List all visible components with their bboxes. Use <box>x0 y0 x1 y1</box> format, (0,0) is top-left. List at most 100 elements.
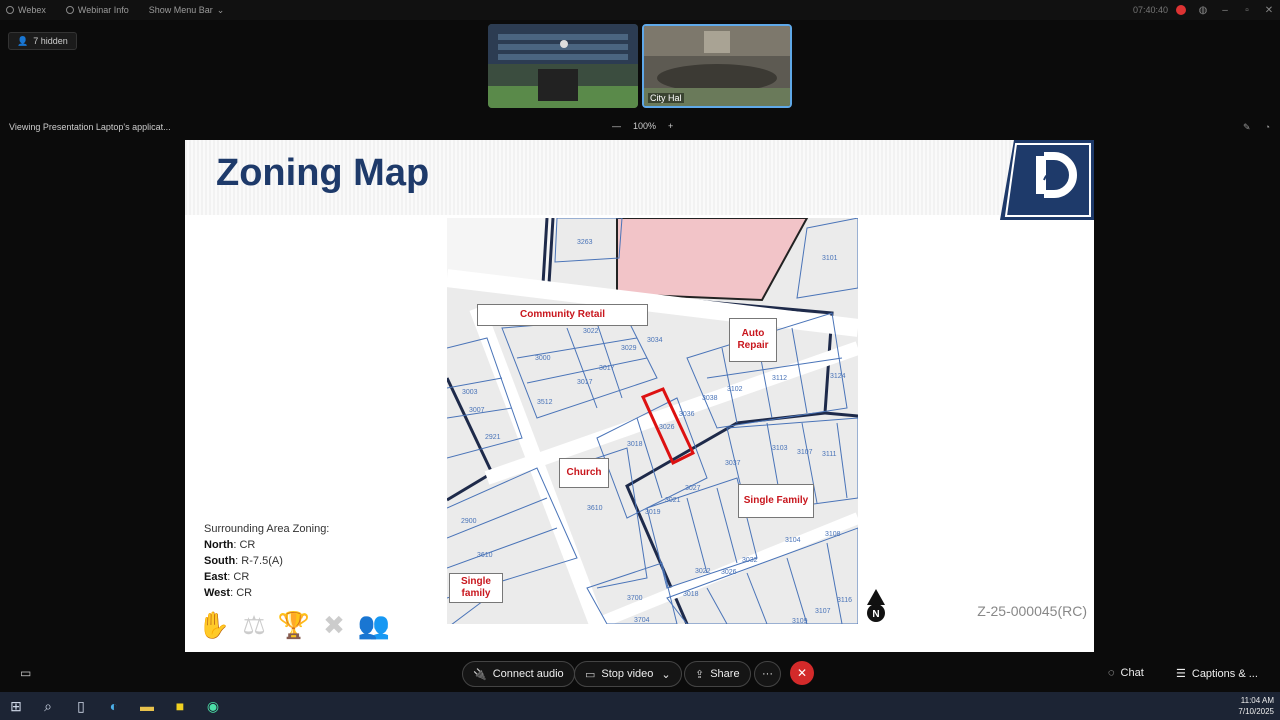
audio-icon: 🔌 <box>473 668 487 681</box>
parcel-3036: 3036 <box>679 411 695 418</box>
label-single-family-west: Single family <box>449 573 503 603</box>
meeting-timer: 07:40:40 <box>1132 5 1168 15</box>
parcel-3019: 3019 <box>645 509 661 516</box>
minimize-button[interactable]: – <box>1214 5 1236 16</box>
parcel-3003: 3003 <box>462 389 478 396</box>
share-button[interactable]: ⇪ Share <box>684 661 751 687</box>
scales-icon: ⚖ <box>242 610 266 640</box>
parcel-3022b: 3022 <box>695 568 711 575</box>
north-arrow: N <box>867 589 885 622</box>
parcel-2921: 2921 <box>485 434 501 441</box>
footer-icons: ✋ ⚖ 🏆 ✖ 👥 <box>196 610 392 644</box>
parcel-3007: 3007 <box>469 407 485 414</box>
parcel-3107: 3107 <box>797 449 813 456</box>
participant-name: City Hal <box>648 93 684 103</box>
parcel-2900: 2900 <box>461 518 477 525</box>
north-label: N <box>872 609 879 620</box>
parcel-3026: 3026 <box>659 424 675 431</box>
chat-button[interactable]: ◌ Chat <box>1108 667 1144 679</box>
map-graphic: 3263 3101 3022 3000 3034 3029 3017 3017 … <box>447 218 858 624</box>
more-options-button[interactable]: ··· <box>754 661 781 687</box>
parcel-3026b: 3026 <box>721 569 737 576</box>
parcel-3700: 3700 <box>627 595 643 602</box>
video-frame-podium <box>488 24 638 108</box>
connect-audio-button[interactable]: 🔌 Connect audio <box>462 661 575 687</box>
sharing-status: Viewing Presentation Laptop's applicat..… <box>9 122 171 132</box>
maximize-button[interactable]: ▫ <box>1236 5 1258 16</box>
trophy-icon: 🏆 <box>277 610 311 640</box>
info-icon <box>65 6 74 14</box>
windows-taskbar: ⊞ ⌕ ▯ ◐ ▬ ■ ◉ 11:04 AM 7/10/2025 <box>0 692 1280 720</box>
tools-icon: ✖ <box>323 610 345 640</box>
participant-video-2[interactable]: City Hal <box>642 24 792 108</box>
chat-icon: ◌ <box>1108 667 1115 679</box>
start-icon[interactable]: ⊞ <box>6 696 26 716</box>
search-icon[interactable]: ⌕ <box>38 696 58 716</box>
video-camera-icon: ▭ <box>585 668 596 681</box>
webex-taskbar-icon[interactable]: ◉ <box>203 696 223 716</box>
folder-icon[interactable]: ▬ <box>137 696 157 716</box>
annotate-icon[interactable]: ✎ <box>1243 122 1251 133</box>
label-single-family-east: Single Family <box>738 484 814 518</box>
show-menu-bar-toggle[interactable]: Show Menu Bar ⌄ <box>149 5 225 16</box>
parcel-3109: 3109 <box>792 618 808 624</box>
parcel-3112: 3112 <box>772 375 787 382</box>
city-logo <box>1000 140 1094 220</box>
parcel-3034: 3034 <box>647 337 663 344</box>
close-button[interactable]: ✕ <box>1258 5 1280 16</box>
zoning-east: East: CR <box>204 571 250 583</box>
label-church: Church <box>559 458 609 488</box>
webinar-info-menu[interactable]: Webinar Info <box>65 5 129 15</box>
options-icon[interactable]: ◔ <box>1265 122 1270 133</box>
share-icon: ⇪ <box>695 668 705 681</box>
file-icon[interactable]: ▯ <box>71 696 91 716</box>
app-menu[interactable]: Webex <box>6 5 46 15</box>
parcel-3022: 3022 <box>583 328 599 335</box>
chevron-down-icon[interactable]: ⌄ <box>661 668 670 681</box>
parcel-3263: 3263 <box>577 239 593 246</box>
parcel-3032: 3032 <box>742 557 758 564</box>
settings-icon[interactable]: ◍ <box>1192 5 1214 16</box>
share-tools: ✎ ◔ <box>1243 122 1270 133</box>
parcel-3104: 3104 <box>785 537 801 544</box>
parcel-3017b: 3017 <box>577 379 593 386</box>
case-number: Z-25-000045(RC) <box>977 603 1087 619</box>
shared-slide: Zoning Map 3263 3101 3022 3000 3034 3029… <box>185 140 1094 652</box>
parcel-3027: 3027 <box>685 485 701 492</box>
sticky-notes-icon[interactable]: ■ <box>170 696 190 716</box>
handshake-icon: ✋ <box>197 610 231 640</box>
zoning-north: North: CR <box>204 539 256 551</box>
parcel-3021: 3021 <box>665 497 681 504</box>
parcel-3610b: 3610 <box>477 552 493 559</box>
zoning-heading: Surrounding Area Zoning: <box>204 523 330 535</box>
zoom-out-button[interactable]: — <box>612 121 621 131</box>
captions-button[interactable]: ☰ Captions & ... <box>1176 667 1258 681</box>
parcel-3000: 3000 <box>535 355 551 362</box>
captions-box-icon[interactable]: ▭ <box>20 666 31 680</box>
title-bar: Webex Webinar Info Show Menu Bar ⌄ 07:40:… <box>0 0 1280 20</box>
label-community-retail: Community Retail <box>477 304 648 326</box>
system-clock: 11:04 AM 7/10/2025 <box>1238 696 1274 716</box>
participant-video-1[interactable] <box>488 24 638 108</box>
slide-title: Zoning Map <box>216 152 430 194</box>
parcel-3116: 3116 <box>837 597 852 604</box>
zoning-south: South: R-7.5(A) <box>204 555 283 567</box>
hidden-participants-button[interactable]: 👤 7 hidden <box>8 32 77 50</box>
close-icon: ✕ <box>796 666 808 680</box>
edge-icon[interactable]: ◐ <box>104 696 124 716</box>
parcel-3124: 3124 <box>830 373 846 380</box>
stop-video-button[interactable]: ▭ Stop video ⌄ <box>574 661 682 687</box>
parcel-3029: 3029 <box>621 345 637 352</box>
surrounding-zoning: Surrounding Area Zoning: North: CR South… <box>204 521 329 601</box>
zoom-in-button[interactable]: + <box>668 121 673 131</box>
parcel-3107b: 3107 <box>815 608 831 615</box>
webex-icon <box>6 6 14 14</box>
parcel-3610a: 3610 <box>587 505 603 512</box>
chevron-down-icon: ⌄ <box>216 4 225 15</box>
parcel-3038: 3038 <box>702 395 718 402</box>
leave-meeting-button[interactable]: ✕ <box>790 661 814 685</box>
parcel-3037: 3037 <box>725 460 741 467</box>
captions-icon: ☰ <box>1176 668 1186 680</box>
parcel-3018b: 3018 <box>683 591 699 598</box>
zoom-level: 100% <box>633 121 657 131</box>
